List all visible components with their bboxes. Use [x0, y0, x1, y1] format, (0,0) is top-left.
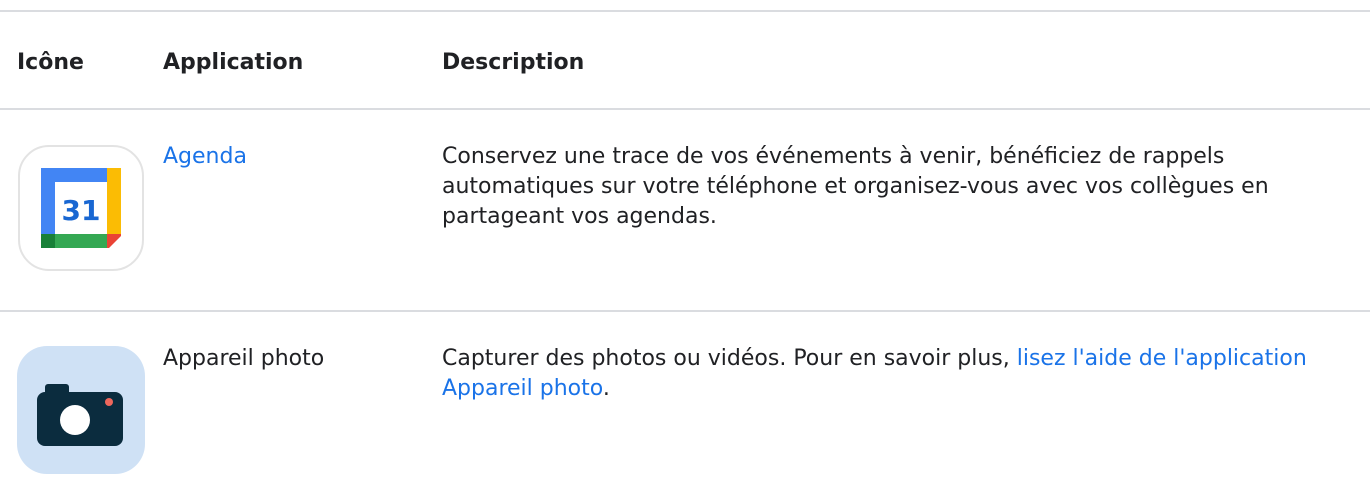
header-icon: Icône — [17, 50, 84, 75]
camera-description: Capturer des photos ou vidéos. Pour en s… — [442, 344, 1342, 404]
header-application: Application — [163, 50, 304, 75]
calendar-app-icon: 31 — [18, 145, 144, 271]
apps-table: Icône Application Description 31 Agenda … — [0, 10, 1370, 502]
table-header-row: Icône Application Description — [0, 12, 1370, 108]
camera-description-prefix: Capturer des photos ou vidéos. Pour en s… — [442, 346, 1017, 371]
table-row-camera: Appareil photo Capturer des photos ou vi… — [0, 312, 1370, 502]
agenda-link[interactable]: Agenda — [163, 144, 247, 169]
camera-app-icon — [17, 346, 145, 474]
agenda-description: Conservez une trace de vos événements à … — [442, 144, 1269, 229]
camera-app-name: Appareil photo — [163, 346, 325, 371]
app-name-cell: Agenda — [163, 142, 247, 172]
table-row-agenda: 31 Agenda Conservez une trace de vos évé… — [0, 110, 1370, 310]
calendar-day-number: 31 — [62, 194, 101, 227]
header-description: Description — [442, 50, 585, 75]
camera-description-suffix: . — [602, 376, 610, 401]
